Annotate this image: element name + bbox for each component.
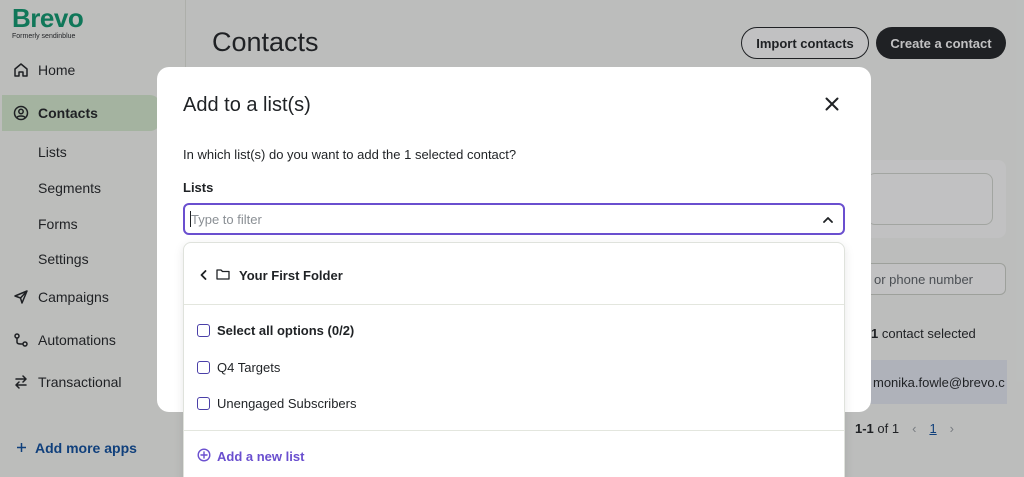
list-filter-field[interactable] xyxy=(183,203,845,235)
list-option-label: Q4 Targets xyxy=(217,360,281,375)
checkbox[interactable] xyxy=(197,324,210,337)
list-option-unengaged-subscribers[interactable]: Unengaged Subscribers xyxy=(197,396,356,411)
divider xyxy=(184,430,844,431)
checkbox[interactable] xyxy=(197,361,210,374)
plus-circle-icon xyxy=(197,448,211,465)
close-button[interactable] xyxy=(821,95,843,117)
modal-title: Add to a list(s) xyxy=(183,94,311,116)
checkbox[interactable] xyxy=(197,397,210,410)
chevron-left-icon xyxy=(200,268,207,283)
list-option-label: Unengaged Subscribers xyxy=(217,396,357,411)
folder-name: Your First Folder xyxy=(239,267,343,283)
folder-back-button[interactable]: Your First Folder xyxy=(200,264,343,286)
add-new-list-button[interactable]: Add a new list xyxy=(197,448,304,465)
list-option-q4-targets[interactable]: Q4 Targets xyxy=(197,360,280,375)
modal-question: In which list(s) do you want to add the … xyxy=(183,147,517,162)
add-new-list-label: Add a new list xyxy=(217,449,305,464)
list-dropdown: Your First Folder Select all options (0/… xyxy=(183,242,845,477)
lists-field-label: Lists xyxy=(183,180,214,195)
close-icon xyxy=(825,97,839,116)
select-all-option[interactable]: Select all options (0/2) xyxy=(197,323,354,338)
chevron-up-icon[interactable] xyxy=(822,213,834,225)
folder-icon xyxy=(216,268,230,283)
select-all-label: Select all options (0/2) xyxy=(217,323,355,338)
list-filter-input[interactable] xyxy=(191,209,811,229)
divider xyxy=(184,304,844,305)
